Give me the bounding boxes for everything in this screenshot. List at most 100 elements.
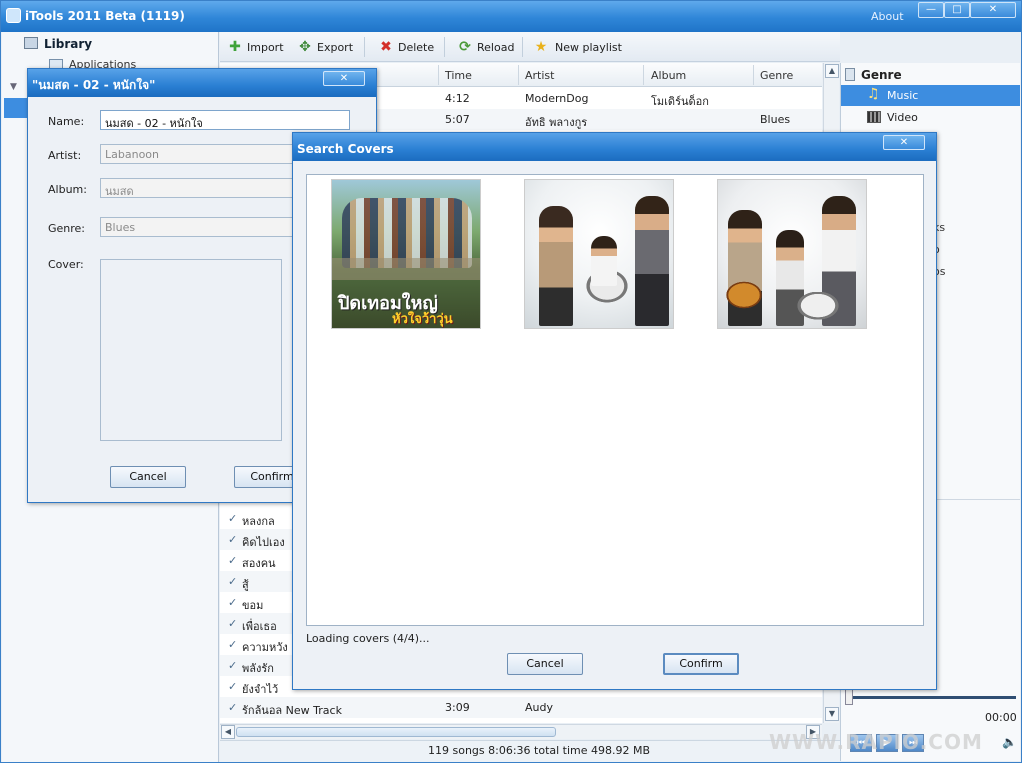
title-bar[interactable]: iTools 2011 Beta (1119) About — □ ✕ [1, 1, 1021, 32]
scroll-left-icon[interactable]: ◀ [221, 725, 235, 739]
progress-knob[interactable] [845, 689, 853, 705]
list-horizontal-scrollbar[interactable]: ◀ ▶ [220, 724, 822, 739]
loading-status: Loading covers (4/4)... [306, 632, 430, 645]
table-row[interactable]: ✓ รักล้นอล New Track 3:09 Audy [220, 697, 822, 718]
check-icon[interactable]: ✓ [228, 554, 237, 567]
cover-thumbnail[interactable] [717, 179, 867, 329]
toolbar-separator [364, 37, 365, 57]
column-separator [518, 65, 519, 85]
check-icon[interactable]: ✓ [228, 638, 237, 651]
cover-subtitle-text: หัวใจว้าวุ่น [392, 312, 453, 327]
band-member [591, 236, 617, 286]
cover-thumbnail[interactable]: ปิดเทอมใหญ่ หัวใจว้าวุ่น [331, 179, 481, 329]
plus-icon: ✚ [229, 39, 241, 55]
cancel-button[interactable]: Cancel [507, 653, 583, 675]
check-icon[interactable]: ✓ [228, 533, 237, 546]
library-header: Library [44, 37, 93, 51]
cover-preview[interactable] [100, 259, 282, 441]
cell-name: เพื่อเธอ [242, 620, 277, 633]
column-header-genre[interactable]: Genre [760, 69, 793, 82]
cell-name: ความหวัง [242, 641, 288, 654]
drum-kit [788, 292, 848, 326]
dialog-title: Search Covers [297, 142, 394, 156]
cell-time: 5:07 [445, 113, 470, 126]
new-playlist-button[interactable]: ★ New playlist [533, 39, 622, 55]
reload-button[interactable]: ⟳ Reload [457, 39, 514, 55]
reload-icon: ⟳ [459, 39, 471, 55]
column-header-album[interactable]: Album [651, 69, 686, 82]
check-icon[interactable]: ✓ [228, 575, 237, 588]
check-icon[interactable]: ✓ [228, 680, 237, 693]
star-icon: ★ [534, 39, 548, 55]
band-member [539, 206, 573, 326]
cancel-button[interactable]: Cancel [110, 466, 186, 488]
toolbar-separator [444, 37, 445, 57]
cell-name: คิดไปเอง [242, 536, 285, 549]
close-icon[interactable]: ✕ [883, 135, 925, 150]
close-icon[interactable]: ✕ [323, 71, 365, 86]
genre-item-music[interactable]: ♫ Music [841, 85, 1020, 106]
cell-name: สู้ [242, 578, 249, 591]
delete-label: Delete [398, 40, 435, 54]
reload-label: Reload [477, 40, 515, 54]
check-icon[interactable]: ✓ [228, 512, 237, 525]
close-button[interactable]: ✕ [970, 2, 1016, 18]
check-icon[interactable]: ✓ [228, 701, 237, 714]
status-text: 119 songs 8:06:36 total time 498.92 MB [428, 744, 651, 757]
guitar [724, 280, 764, 310]
import-label: Import [247, 40, 284, 54]
maximize-button[interactable]: □ [944, 2, 970, 18]
artist-label: Artist: [48, 149, 82, 162]
scroll-up-icon[interactable]: ▲ [825, 64, 839, 78]
toolbar-separator [522, 37, 523, 57]
genre-item-label: Music [887, 89, 919, 102]
search-covers-dialog: Search Covers ✕ ปิดเทอมใหญ่ หัวใจว้าวุ่น [292, 132, 937, 690]
dialog-title-bar[interactable]: "นมสด - 02 - หนักใจ" ✕ [28, 69, 376, 97]
minimize-button[interactable]: — [918, 2, 944, 18]
dialog-title-bar[interactable]: Search Covers ✕ [293, 133, 936, 161]
volume-icon[interactable]: 🔈 [1002, 735, 1017, 749]
scrollbar-thumb[interactable] [236, 727, 556, 737]
column-separator [643, 65, 644, 85]
covers-grid: ปิดเทอมใหญ่ หัวใจว้าวุ่น [306, 174, 924, 626]
check-icon[interactable]: ✓ [228, 617, 237, 630]
album-label: Album: [48, 183, 87, 196]
cell-name: ขอม [242, 599, 264, 612]
band-member [635, 196, 669, 326]
cell-time: 4:12 [445, 92, 470, 105]
cell-name: พลังรัก [242, 662, 274, 675]
app-icon [6, 8, 21, 23]
main-window: iTools 2011 Beta (1119) About — □ ✕ Libr… [0, 0, 1022, 763]
export-button[interactable]: ✥ Export [297, 39, 353, 55]
genre-icon [845, 68, 855, 81]
library-icon [24, 37, 38, 49]
cell-album: โมเดิร์นด็อก [651, 95, 709, 108]
check-icon[interactable]: ✓ [228, 659, 237, 672]
scroll-down-icon[interactable]: ▼ [825, 707, 839, 721]
column-header-artist[interactable]: Artist [525, 69, 554, 82]
column-header-time[interactable]: Time [445, 69, 472, 82]
delete-button[interactable]: ✖ Delete [378, 39, 434, 55]
expand-arrow-icon[interactable]: ▼ [10, 82, 17, 92]
cell-name: สองคน [242, 557, 276, 570]
about-link[interactable]: About [871, 10, 904, 23]
confirm-button[interactable]: Confirm [663, 653, 739, 675]
new-playlist-label: New playlist [555, 40, 622, 54]
sidebar-selected-item[interactable] [4, 98, 28, 118]
cell-artist: Audy [525, 701, 553, 714]
film-icon [867, 111, 881, 123]
window-title: iTools 2011 Beta (1119) [25, 9, 185, 23]
dialog-title: "นมสด - 02 - หนักใจ" [32, 78, 156, 92]
progress-bar[interactable] [850, 696, 1016, 699]
name-field[interactable]: นมสด - 02 - หนักใจ [100, 110, 350, 130]
import-button[interactable]: ✚ Import [227, 39, 284, 55]
cover-thumbnail[interactable] [524, 179, 674, 329]
genre-item-video[interactable]: Video [887, 111, 918, 124]
cell-name: หลงกล [242, 515, 275, 528]
genre-label: Genre: [48, 222, 86, 235]
cover-label: Cover: [48, 258, 84, 271]
music-note-icon: ♫ [867, 86, 880, 102]
status-bar: 119 songs 8:06:36 total time 498.92 MB [220, 740, 840, 762]
check-icon[interactable]: ✓ [228, 596, 237, 609]
cover-bench [332, 258, 480, 280]
